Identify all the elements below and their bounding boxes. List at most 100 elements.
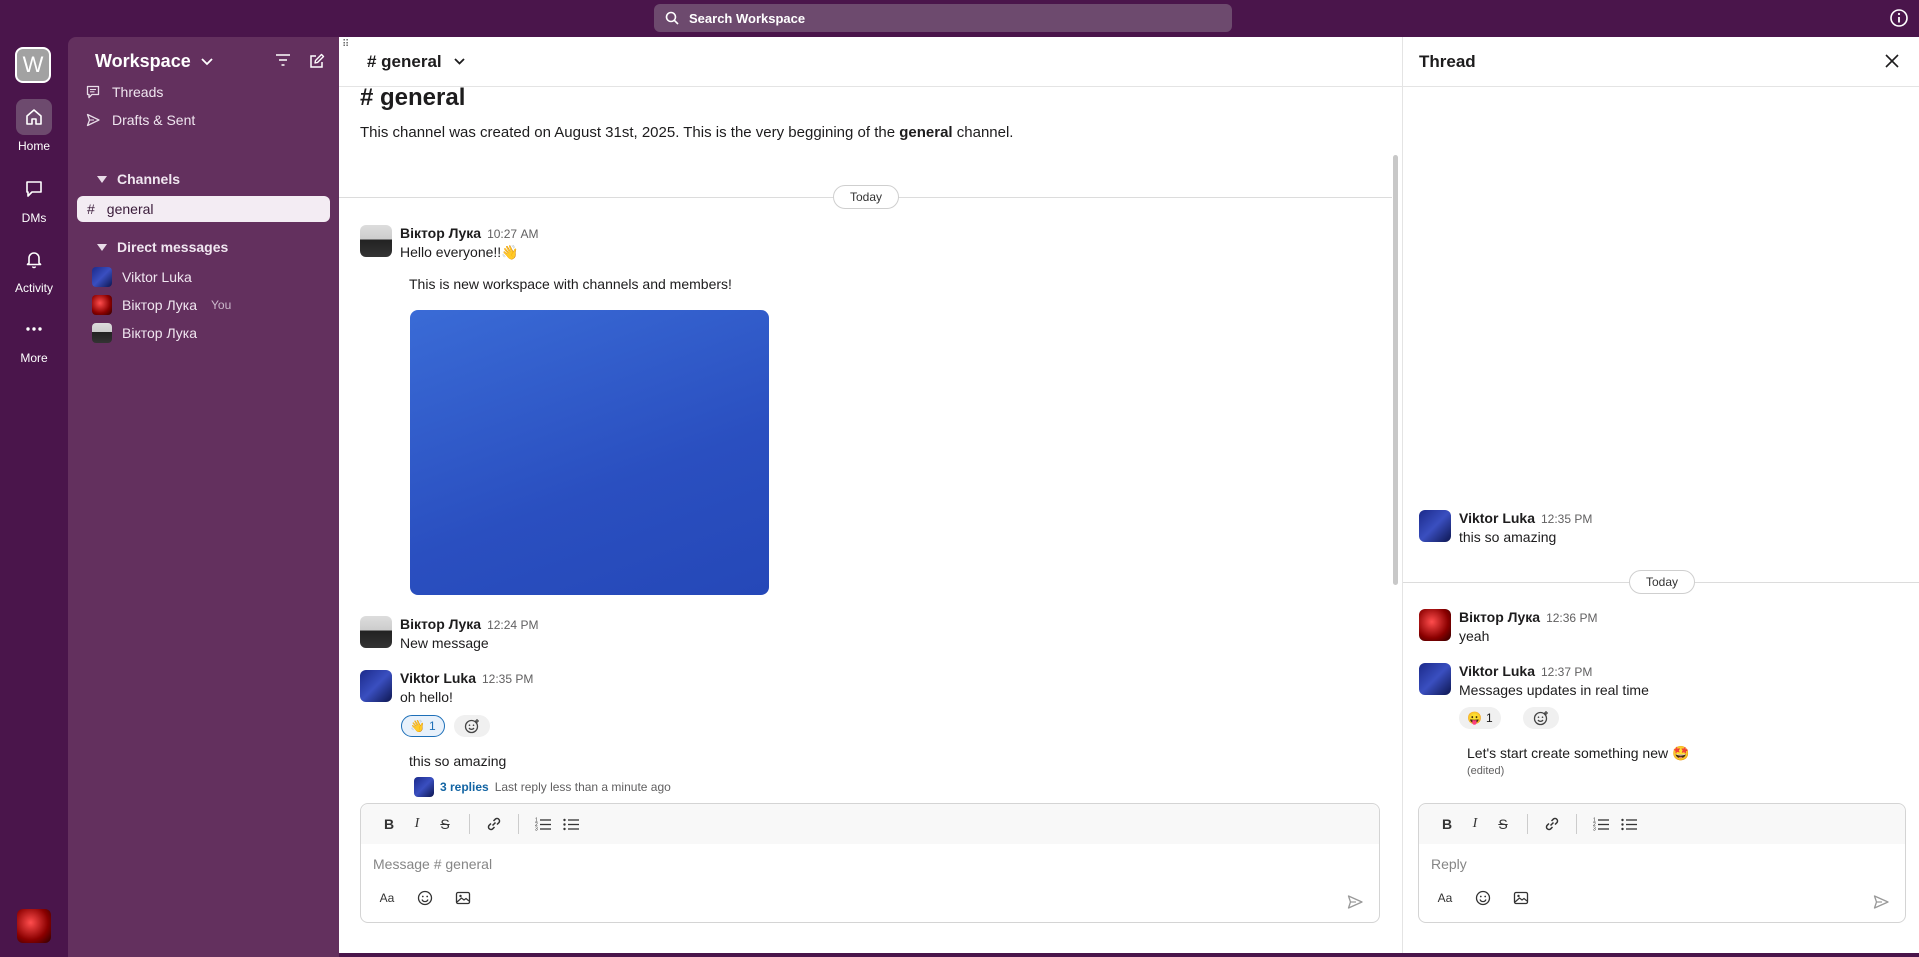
close-icon[interactable] <box>1885 54 1899 68</box>
rail-item-more[interactable]: More <box>0 311 68 365</box>
threads-icon <box>86 85 104 99</box>
search-icon <box>665 11 679 25</box>
attached-image[interactable] <box>410 310 769 595</box>
message-text: New message <box>400 635 489 651</box>
rail-item-home[interactable]: Home <box>0 99 68 153</box>
reaction-pill[interactable]: 👋 1 <box>401 715 445 737</box>
reply-composer: B I S 123 Aa <box>1418 803 1906 923</box>
message-author[interactable]: Віктор Лука <box>400 225 481 241</box>
more-icon <box>16 311 52 347</box>
avatar[interactable] <box>360 225 392 257</box>
message-time[interactable]: 12:35 PM <box>1541 512 1592 526</box>
bold-button[interactable]: B <box>1433 810 1461 838</box>
message-header: Віктор Лука 12:36 PM <box>1459 609 1597 626</box>
message-author[interactable]: Viktor Luka <box>1459 663 1535 679</box>
sidebar-dm-item[interactable]: Віктор Лука <box>92 323 197 343</box>
sidebar-item-threads[interactable]: Threads <box>86 84 163 100</box>
avatar[interactable] <box>1419 510 1451 542</box>
image-upload-icon[interactable] <box>449 884 477 912</box>
caret-down-icon <box>97 243 107 251</box>
italic-button[interactable]: I <box>403 810 431 838</box>
scrollbar[interactable] <box>1393 155 1398 585</box>
rail-label-activity: Activity <box>14 281 53 295</box>
message-author[interactable]: Віктор Лука <box>1459 609 1540 625</box>
channels-header-label: Channels <box>117 171 181 187</box>
bell-icon <box>16 241 52 277</box>
workspace-name: Workspace <box>95 51 191 71</box>
thread-title: Thread <box>1419 51 1476 71</box>
composer-actions: Aa <box>373 884 477 912</box>
italic-button[interactable]: I <box>1461 810 1489 838</box>
send-button[interactable] <box>1873 894 1889 910</box>
message-time[interactable]: 12:36 PM <box>1546 611 1597 625</box>
avatar[interactable] <box>1419 609 1451 641</box>
rail-item-activity[interactable]: Activity <box>0 241 68 295</box>
workspace-switcher[interactable]: Workspace <box>95 51 213 72</box>
search-placeholder: Search Workspace <box>689 10 806 26</box>
intro-channel-name: general <box>899 124 953 141</box>
day-pill[interactable]: Today <box>1629 570 1696 594</box>
rail-label-dms: DMs <box>21 211 47 225</box>
edited-label: (edited) <box>1467 765 1505 777</box>
user-avatar[interactable] <box>17 909 51 943</box>
message-time[interactable]: 12:37 PM <box>1541 665 1592 679</box>
message-composer: B I S 123 Aa <box>360 803 1380 923</box>
search-input[interactable]: Search Workspace <box>654 4 1232 32</box>
avatar[interactable] <box>360 670 392 702</box>
send-button[interactable] <box>1347 894 1363 910</box>
message-text: Messages updates in real time <box>1459 682 1649 698</box>
thread-replies-link[interactable]: 3 replies Last reply less than a minute … <box>414 777 671 797</box>
message-author[interactable]: Viktor Luka <box>1459 510 1535 526</box>
info-icon[interactable] <box>1889 8 1909 28</box>
sidebar-tools <box>275 53 325 69</box>
message-icon <box>16 171 52 207</box>
sidebar-channel-general[interactable]: # general <box>77 196 330 222</box>
format-toggle-button[interactable]: Aa <box>1431 884 1459 912</box>
you-tag: You <box>211 298 232 312</box>
day-pill[interactable]: Today <box>833 185 900 209</box>
replies-count[interactable]: 3 replies <box>440 780 489 794</box>
intro-text: This channel was created on August 31st,… <box>360 124 1013 141</box>
message-author[interactable]: Viktor Luka <box>400 670 476 686</box>
avatar <box>414 777 434 797</box>
caret-down-icon <box>97 175 107 183</box>
reaction-pill[interactable]: 😛 1 <box>1459 707 1501 729</box>
add-reaction-button[interactable] <box>1523 707 1559 729</box>
message-time[interactable]: 12:35 PM <box>482 672 533 686</box>
message-time[interactable]: 12:24 PM <box>487 618 538 632</box>
link-icon[interactable] <box>1538 810 1566 838</box>
bold-button[interactable]: B <box>375 810 403 838</box>
add-reaction-button[interactable] <box>454 715 490 737</box>
link-icon[interactable] <box>480 810 508 838</box>
rail-item-dms[interactable]: DMs <box>0 171 68 225</box>
dms-section-header[interactable]: Direct messages <box>97 239 228 255</box>
filter-icon[interactable] <box>275 53 291 69</box>
emoji-icon[interactable] <box>411 884 439 912</box>
channel-header[interactable]: # general <box>339 37 1402 87</box>
message-input[interactable] <box>373 856 1367 872</box>
workspace-avatar[interactable]: W <box>15 47 51 83</box>
bullet-list-icon[interactable] <box>1615 810 1643 838</box>
image-upload-icon[interactable] <box>1507 884 1535 912</box>
sidebar-item-drafts[interactable]: Drafts & Sent <box>86 112 195 128</box>
strike-button[interactable]: S <box>431 810 459 838</box>
rail-label-more: More <box>20 351 48 365</box>
format-toggle-button[interactable]: Aa <box>373 884 401 912</box>
channel-label: general <box>106 201 154 217</box>
strike-button[interactable]: S <box>1489 810 1517 838</box>
channels-section-header[interactable]: Channels <box>97 171 180 187</box>
emoji-icon[interactable] <box>1469 884 1497 912</box>
bullet-list-icon[interactable] <box>557 810 585 838</box>
reply-input[interactable] <box>1431 856 1893 872</box>
sidebar-dm-item[interactable]: Віктор Лука You <box>92 295 231 315</box>
reaction-count: 1 <box>1485 711 1493 725</box>
avatar[interactable] <box>360 616 392 648</box>
message-time[interactable]: 10:27 AM <box>487 227 538 241</box>
ordered-list-icon[interactable]: 123 <box>1587 810 1615 838</box>
compose-icon[interactable] <box>309 53 325 69</box>
sidebar-dm-item[interactable]: Viktor Luka <box>92 267 192 287</box>
avatar[interactable] <box>1419 663 1451 695</box>
toolbar-divider <box>469 814 470 834</box>
message-author[interactable]: Віктор Лука <box>400 616 481 632</box>
ordered-list-icon[interactable]: 123 <box>529 810 557 838</box>
